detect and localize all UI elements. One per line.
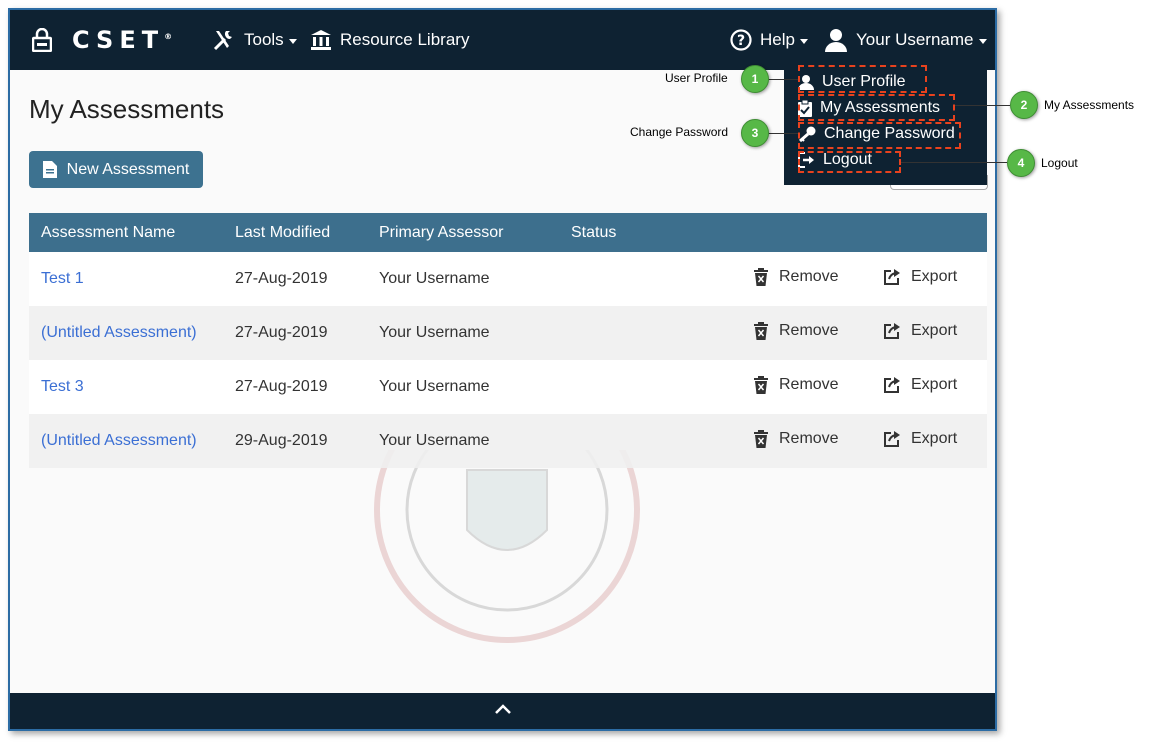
help-label: Help — [760, 30, 795, 49]
last-modified-cell: 27-Aug-2019 — [223, 252, 367, 306]
app-window: CSET® Tools Resource Library ? Help Your… — [8, 8, 997, 731]
callout-badge: 1 — [741, 65, 769, 93]
callout-badge: 2 — [1010, 91, 1038, 119]
last-modified-cell: 27-Aug-2019 — [223, 306, 367, 360]
column-header[interactable]: Status — [559, 213, 741, 252]
cset-logo[interactable]: CSET® — [32, 10, 172, 70]
resource-library-link[interactable]: Resource Library — [310, 10, 469, 70]
column-header-blank — [871, 213, 987, 252]
top-navbar: CSET® Tools Resource Library ? Help Your… — [10, 10, 995, 70]
assessor-cell: Your Username — [367, 306, 559, 360]
menu-item-user-profile[interactable]: User Profile — [798, 73, 906, 91]
table-row: Test 1 27-Aug-2019 Your Username Remove … — [29, 252, 987, 306]
trash-icon — [754, 267, 768, 286]
callout-label: Logout — [1041, 156, 1078, 170]
dhs-seal-watermark — [374, 450, 640, 643]
clipboard-check-icon — [798, 99, 812, 117]
svg-text:?: ? — [737, 33, 745, 49]
menu-item-change-password[interactable]: Change Password — [798, 125, 955, 143]
lock-icon — [32, 28, 52, 52]
user-dropdown-menu: User Profile My Assessments Change Passw… — [784, 66, 987, 185]
assessor-cell: Your Username — [367, 360, 559, 414]
chevron-up-icon[interactable] — [494, 702, 512, 720]
user-menu-toggle[interactable]: Your Username — [824, 10, 987, 70]
resource-library-label: Resource Library — [340, 30, 470, 49]
new-assessment-button[interactable]: New Assessment — [29, 151, 203, 188]
new-assessment-label: New Assessment — [66, 160, 190, 178]
table-row: (Untitled Assessment) 29-Aug-2019 Your U… — [29, 414, 987, 468]
page-title: My Assessments — [29, 94, 225, 124]
column-header[interactable]: Assessment Name — [29, 213, 223, 252]
status-cell — [559, 306, 741, 360]
chevron-down-icon — [978, 38, 987, 44]
leader-line — [901, 162, 1007, 163]
trash-icon — [754, 321, 768, 340]
last-modified-cell: 29-Aug-2019 — [223, 414, 367, 468]
assessment-name-link[interactable]: (Untitled Assessment) — [41, 324, 197, 341]
assessor-cell: Your Username — [367, 414, 559, 468]
status-cell — [559, 360, 741, 414]
table-row: (Untitled Assessment) 27-Aug-2019 Your U… — [29, 306, 987, 360]
export-icon — [884, 430, 900, 447]
document-icon — [42, 161, 57, 178]
callout-label: My Assessments — [1044, 98, 1135, 112]
export-icon — [884, 376, 900, 393]
export-button[interactable]: Export — [883, 376, 957, 394]
username-label: Your Username — [856, 30, 974, 49]
menu-item-logout[interactable]: Logout — [798, 151, 872, 169]
question-circle-icon: ? — [730, 29, 752, 51]
column-header[interactable]: Primary Assessor — [367, 213, 559, 252]
bottom-bar — [10, 693, 995, 729]
user-icon — [798, 74, 814, 90]
callout-badge: 4 — [1007, 149, 1035, 177]
remove-button[interactable]: Remove — [753, 267, 839, 286]
trash-icon — [754, 429, 768, 448]
assessor-cell: Your Username — [367, 252, 559, 306]
remove-button[interactable]: Remove — [753, 321, 839, 340]
export-icon — [884, 322, 900, 339]
export-icon — [884, 268, 900, 285]
table-header-row: Assessment Name Last Modified Primary As… — [29, 213, 987, 252]
last-modified-cell: 27-Aug-2019 — [223, 360, 367, 414]
leader-line — [955, 105, 1010, 106]
table-row: Test 3 27-Aug-2019 Your Username Remove … — [29, 360, 987, 414]
remove-button[interactable]: Remove — [753, 375, 839, 394]
assessment-name-link[interactable]: Test 1 — [41, 270, 84, 287]
trash-icon — [754, 375, 768, 394]
key-icon — [798, 126, 816, 142]
tools-label: Tools — [244, 30, 284, 49]
assessment-name-link[interactable]: (Untitled Assessment) — [41, 432, 197, 449]
library-building-icon — [310, 29, 332, 51]
export-button[interactable]: Export — [883, 268, 957, 286]
callout-label: User Profile — [665, 71, 728, 85]
callout-badge: 3 — [741, 119, 769, 147]
menu-item-my-assessments[interactable]: My Assessments — [798, 99, 940, 117]
export-button[interactable]: Export — [883, 322, 957, 340]
assessments-table: Assessment Name Last Modified Primary As… — [29, 213, 987, 468]
callout-label: Change Password — [630, 125, 729, 139]
chevron-down-icon — [288, 38, 297, 44]
tools-icon — [212, 28, 236, 52]
export-button[interactable]: Export — [883, 430, 957, 448]
leader-line — [768, 79, 798, 80]
logo-text: CSET® — [72, 26, 173, 54]
user-icon — [824, 28, 848, 52]
remove-button[interactable]: Remove — [753, 429, 839, 448]
assessment-name-link[interactable]: Test 3 — [41, 378, 84, 395]
chevron-down-icon — [799, 38, 808, 44]
leader-line — [768, 133, 798, 134]
column-header-blank — [741, 213, 871, 252]
column-header[interactable]: Last Modified — [223, 213, 367, 252]
help-menu[interactable]: ? Help — [730, 10, 808, 70]
status-cell — [559, 252, 741, 306]
logout-icon — [798, 152, 815, 168]
status-cell — [559, 414, 741, 468]
tools-menu[interactable]: Tools — [212, 10, 297, 70]
